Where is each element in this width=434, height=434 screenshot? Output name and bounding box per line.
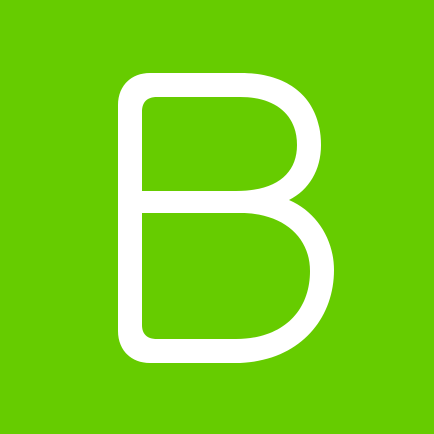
- logo-b-icon: [0, 0, 434, 434]
- logo-background: [0, 0, 434, 434]
- app-icon: [0, 0, 434, 434]
